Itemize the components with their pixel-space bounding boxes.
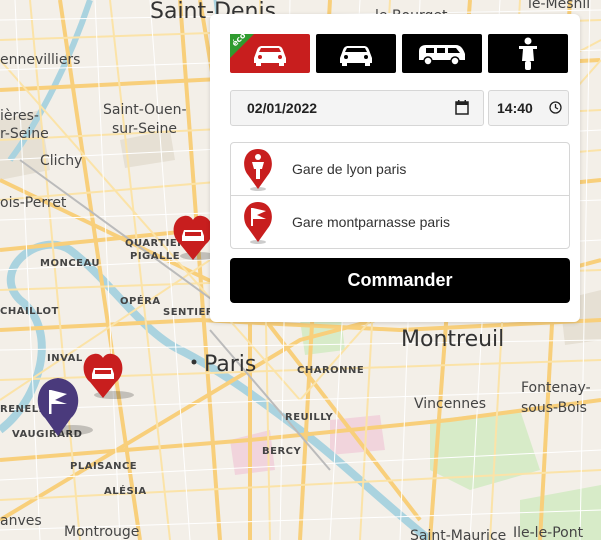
map-label-alesia: ALÉSIA <box>104 484 147 497</box>
time-value: 14:40 <box>497 100 533 116</box>
date-input[interactable]: 02/01/2022 <box>230 90 484 126</box>
address-box: Gare de lyon paris Gare montparnasse par… <box>230 142 570 249</box>
map-label-sentier: SENTIER <box>163 307 214 318</box>
dropoff-field[interactable]: Gare montparnasse paris <box>231 196 569 248</box>
map-label-fontenay-2: sous-Bois <box>521 400 587 416</box>
date-value: 02/01/2022 <box>247 100 318 116</box>
map-label-ile-le-pont: Ile-le-Pont <box>513 525 584 540</box>
map-label-clichy: Clichy <box>40 153 82 169</box>
map-label-fontenay-1: Fontenay- <box>521 380 591 396</box>
pickup-field[interactable]: Gare de lyon paris <box>231 143 569 196</box>
map-label-mesnil: le-Mesnil <box>528 0 590 12</box>
vehicle-van-button[interactable] <box>402 34 482 73</box>
map-label-chaillot: CHAILLOT <box>0 306 59 317</box>
pickup-pin-icon <box>244 149 272 191</box>
vehicle-selector: éco <box>230 31 568 73</box>
vehicle-car-button[interactable] <box>316 34 396 73</box>
dropoff-flag-icon <box>244 202 272 244</box>
map-label-saint-ouen-2: sur-Seine <box>112 121 177 137</box>
booking-panel: éco 02/01/2022 14:40 Gare de lyon paris … <box>210 14 580 322</box>
map-label-monceau: MONCEAU <box>40 258 100 269</box>
map-label-levallois: ois-Perret <box>0 195 67 211</box>
order-button[interactable]: Commander <box>230 258 570 303</box>
car-icon <box>340 45 372 66</box>
time-input[interactable]: 14:40 <box>488 90 569 126</box>
map-label-gennevilliers: ennevilliers <box>0 52 80 68</box>
map-label-saint-maurice: Saint-Maurice <box>410 528 506 540</box>
vehicle-scooter-button[interactable] <box>488 34 568 73</box>
map-label-montreuil: Montreuil <box>401 327 504 352</box>
dropoff-address: Gare montparnasse paris <box>292 214 450 230</box>
van-icon <box>419 44 465 66</box>
map-label-paris: Paris <box>204 352 256 377</box>
map-label-vanves: anves <box>0 513 42 529</box>
map-label-plaisance: PLAISANCE <box>70 461 137 472</box>
car-icon <box>254 45 286 66</box>
clock-icon[interactable] <box>549 101 562 114</box>
map-label-opera: OPÉRA <box>120 294 161 307</box>
map-label-charonne: CHARONNE <box>297 365 364 376</box>
map-label-asnieres-2: r-Seine <box>0 126 49 142</box>
map-label-asnieres-1: ières- <box>0 108 39 124</box>
flag-pin-dropoff[interactable] <box>33 376 93 443</box>
scooter-icon <box>519 37 537 70</box>
pickup-address: Gare de lyon paris <box>292 161 407 177</box>
map-label-reuilly: REUILLY <box>285 412 334 423</box>
vehicle-eco-car-button[interactable]: éco <box>230 31 310 73</box>
map-label-vincennes: Vincennes <box>414 396 486 412</box>
map-label-montrouge: Montrouge <box>64 524 139 540</box>
map-label-bercy: BERCY <box>262 446 301 457</box>
map-label-saint-ouen-1: Saint-Ouen- <box>103 102 187 118</box>
calendar-icon[interactable] <box>455 100 469 115</box>
